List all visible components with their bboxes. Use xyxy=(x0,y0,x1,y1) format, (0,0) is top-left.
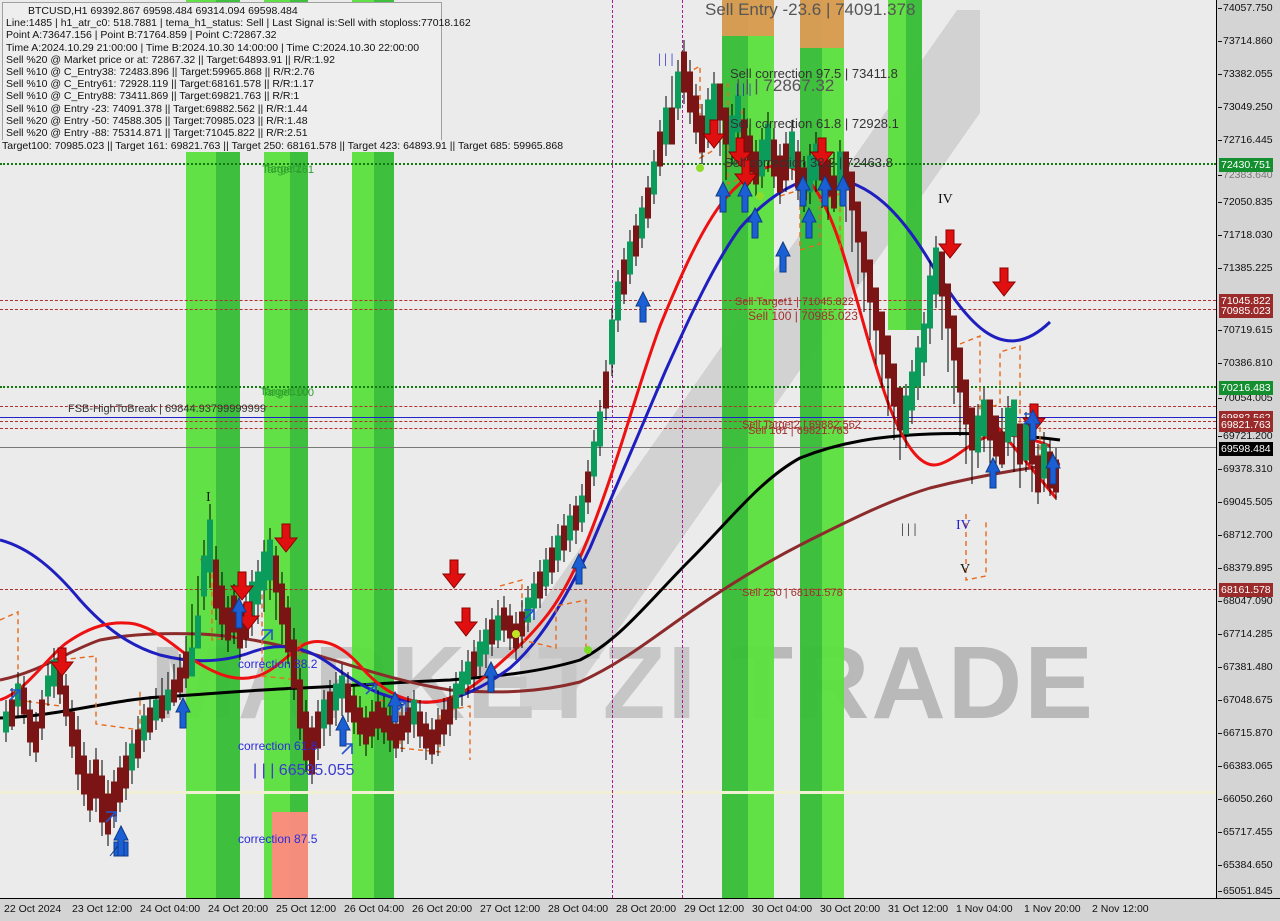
info-line: Sell %10 @ Entry -23: 74091.378 || Targe… xyxy=(6,102,308,115)
time-tick: 28 Oct 04:00 xyxy=(548,903,609,915)
price-tick: 71385.225 xyxy=(1218,262,1273,274)
price-tick: 71718.030 xyxy=(1218,229,1273,241)
price-tick: 72716.445 xyxy=(1218,134,1273,146)
annotation-sell-correction-618: Sell correction 61.8 | 72928.1 xyxy=(730,116,899,131)
time-tick: 22 Oct 2024 xyxy=(4,903,62,915)
annotation-correction-382: correction 38.2 xyxy=(238,657,318,671)
annotation-sell-100: Sell 100 | 70985.023 xyxy=(748,309,858,323)
time-tick: 26 Oct 20:00 xyxy=(412,903,473,915)
wave-label-iv-lower: IV xyxy=(956,518,971,533)
price-tick: 68379.895 xyxy=(1218,562,1273,574)
price-tick: 74057.750 xyxy=(1218,2,1273,14)
price-box-highlight: 68161.578 xyxy=(1219,583,1273,597)
time-tick: 1 Nov 04:00 xyxy=(956,903,1013,915)
price-tick: 73049.250 xyxy=(1218,101,1273,113)
price-box-current: 69598.484 xyxy=(1219,442,1273,456)
wave-label-iv-upper: IV xyxy=(938,192,953,207)
price-box-highlight: 70216.483 xyxy=(1219,381,1273,395)
info-line: Sell %10 @ C_Entry88: 73411.869 || Targe… xyxy=(6,90,300,103)
time-tick: 1 Nov 20:00 xyxy=(1024,903,1081,915)
wave-label-v: V xyxy=(960,562,971,577)
time-tick: 27 Oct 12:00 xyxy=(480,903,541,915)
time-tick: 24 Oct 04:00 xyxy=(140,903,201,915)
wave-label-i: I xyxy=(206,490,211,505)
time-tick: 28 Oct 20:00 xyxy=(616,903,677,915)
price-tick: 67714.285 xyxy=(1218,628,1273,640)
price-tick: 66050.260 xyxy=(1218,793,1273,805)
annotation-target-100: Target 100 xyxy=(262,387,314,399)
annotation-sell-161: Sell 161 | 69821.763 xyxy=(748,425,849,437)
time-tick: 30 Oct 04:00 xyxy=(752,903,813,915)
info-line: Sell %10 @ C_Entry38: 72483.896 || Targe… xyxy=(6,66,315,79)
price-tick: 72050.835 xyxy=(1218,196,1273,208)
info-line: Line:1485 | h1_atr_c0: 518.7881 | tema_h… xyxy=(6,17,471,30)
info-symbol-line: BTCUSD,H1 69392.867 69598.484 69314.094 … xyxy=(28,5,298,17)
time-tick: 23 Oct 12:00 xyxy=(72,903,133,915)
annotation-sell-250: Sell 250 | 68161.578 xyxy=(742,587,843,599)
time-tick: 30 Oct 20:00 xyxy=(820,903,881,915)
info-line: Sell %10 @ C_Entry61: 72928.119 || Targe… xyxy=(6,78,314,91)
price-tick: 67381.480 xyxy=(1218,661,1273,673)
price-tick: 66383.065 xyxy=(1218,760,1273,772)
info-line: Sell %20 @ Entry -88: 75314.871 || Targe… xyxy=(6,127,308,140)
price-tick: 67048.675 xyxy=(1218,694,1273,706)
annotation-correction-875: correction 87.5 xyxy=(238,832,318,846)
price-tick: 65384.650 xyxy=(1218,859,1273,871)
candlestick-series xyxy=(3,40,1059,846)
price-tick: 65051.845 xyxy=(1218,885,1273,897)
price-box-highlight: 72430.751 xyxy=(1219,158,1273,172)
info-line: Sell %20 @ Entry -50: 74588.305 || Targe… xyxy=(6,114,308,127)
info-targets-line: Target100: 70985.023 || Target 161: 6982… xyxy=(2,140,564,152)
chart-window: MARKETZI TRADE Sell Entry -23.6 | 74091.… xyxy=(0,0,1280,921)
price-tick: 70386.810 xyxy=(1218,357,1273,369)
annotation-sell-target1: Sell Target1 | 71045.822 xyxy=(735,296,854,308)
wave-label-iii-second: | | | xyxy=(736,82,752,97)
time-tick: 24 Oct 20:00 xyxy=(208,903,269,915)
info-line: Time A:2024.10.29 21:00:00 | Time B:2024… xyxy=(6,41,420,54)
time-tick: 26 Oct 04:00 xyxy=(344,903,405,915)
chart-info-panel: BTCUSD,H1 69392.867 69598.484 69314.094 … xyxy=(2,2,471,143)
price-axis[interactable]: 74057.750 73714.860 73382.055 73049.250 … xyxy=(1216,0,1280,898)
price-tick: 66715.870 xyxy=(1218,727,1273,739)
price-box-highlight: 69821.763 xyxy=(1219,418,1273,432)
info-line: Point A:73647.156 | Point B:71764.859 | … xyxy=(6,29,277,42)
annotation-wave-price-66595055: | | | 66595.055 xyxy=(253,762,355,779)
price-tick: 69045.505 xyxy=(1218,496,1273,508)
price-tick: 69378.310 xyxy=(1218,463,1273,475)
chart-plot-area[interactable]: MARKETZI TRADE Sell Entry -23.6 | 74091.… xyxy=(0,0,1216,898)
annotation-correction-618: correction 61.8 xyxy=(238,739,318,753)
price-tick: 70719.615 xyxy=(1218,324,1273,336)
price-tick: 73714.860 xyxy=(1218,35,1273,47)
annotation-target-161: Target 161 xyxy=(262,164,314,176)
annotation-sell-entry-236: Sell Entry -23.6 | 74091.378 xyxy=(705,0,916,19)
price-box-highlight: 70985.023 xyxy=(1219,304,1273,318)
price-tick: 73382.055 xyxy=(1218,68,1273,80)
ma-black-line xyxy=(0,431,1061,720)
ma-darkred-line xyxy=(0,462,1061,694)
time-axis[interactable]: 22 Oct 2024 23 Oct 12:00 24 Oct 04:00 24… xyxy=(0,898,1280,921)
time-tick: 29 Oct 12:00 xyxy=(684,903,745,915)
info-line: Sell %20 @ Market price or at: 72867.32 … xyxy=(6,53,335,66)
annotation-sell-correction-382: Sell correction 38.2 | 72463.8 xyxy=(724,155,893,170)
price-tick: 68712.700 xyxy=(1218,529,1273,541)
time-tick: 31 Oct 12:00 xyxy=(888,903,949,915)
price-tick: 65717.455 xyxy=(1218,826,1273,838)
wave-label-iii-top: | | | xyxy=(658,52,674,67)
wave-label-iii-lower: | | | xyxy=(901,522,917,537)
annotation-fsb-high-to-break: FSB-HighToBreak | 69844.93799999999 xyxy=(68,403,266,415)
time-tick: 25 Oct 12:00 xyxy=(276,903,337,915)
time-tick: 2 Nov 12:00 xyxy=(1092,903,1149,915)
